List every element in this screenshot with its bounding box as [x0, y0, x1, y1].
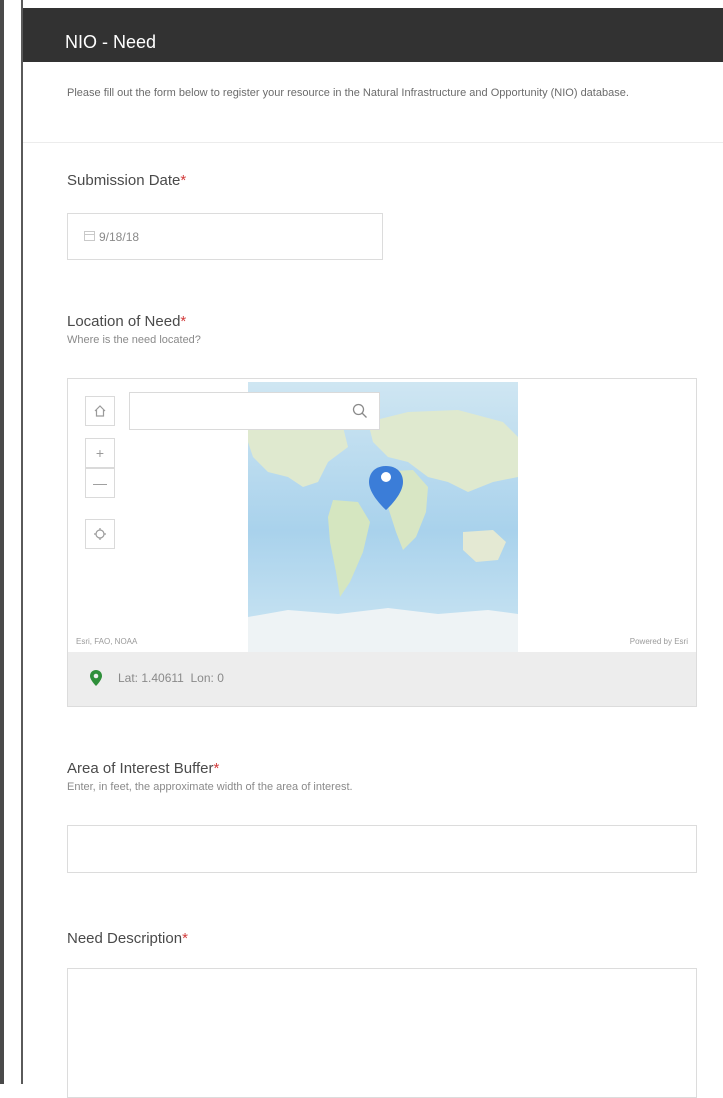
locate-button[interactable] — [85, 519, 115, 549]
zoom-in-button[interactable]: + — [85, 438, 115, 468]
submission-date-field[interactable]: 9/18/18 — [67, 213, 383, 260]
submission-date-value: 9/18/18 — [99, 230, 140, 244]
coordinates-text: Lat: 1.40611 Lon: 0 — [118, 671, 224, 685]
zoom-out-button[interactable]: — — [85, 468, 115, 498]
locate-icon — [94, 528, 106, 540]
required-marker: * — [182, 930, 188, 947]
location-pin-icon — [90, 670, 102, 686]
section-divider — [23, 142, 723, 143]
submission-date-label: Submission Date* — [67, 172, 187, 189]
required-marker: * — [213, 760, 220, 777]
buffer-input[interactable] — [67, 825, 697, 873]
form-description: Please fill out the form below to regist… — [67, 87, 629, 99]
required-marker: * — [180, 172, 187, 189]
location-label: Location of Need* — [67, 313, 187, 330]
minus-icon: — — [93, 475, 107, 491]
description-label: Need Description* — [67, 930, 188, 947]
buffer-label: Area of Interest Buffer* — [67, 760, 220, 777]
search-icon[interactable] — [351, 402, 369, 420]
plus-icon: + — [95, 445, 105, 461]
window-gap — [4, 0, 21, 1084]
buffer-hint: Enter, in feet, the approximate width of… — [67, 781, 353, 793]
location-hint: Where is the need located? — [67, 334, 201, 346]
calendar-icon — [84, 231, 95, 241]
home-button[interactable] — [85, 396, 115, 426]
form-title: NIO - Need — [65, 32, 157, 52]
powered-by-esri[interactable]: Powered by Esri — [630, 637, 688, 646]
coordinates-bar: Lat: 1.40611 Lon: 0 — [67, 652, 697, 707]
location-map[interactable]: + — Esri, FAO, NOAA Powered by Esri — [67, 378, 697, 653]
form-header: NIO - Need — [23, 8, 723, 62]
map-attribution: Esri, FAO, NOAA — [76, 637, 138, 646]
description-textarea[interactable] — [67, 968, 697, 1098]
required-marker: * — [180, 313, 187, 330]
map-search-input[interactable] — [129, 392, 380, 430]
home-icon — [94, 405, 106, 417]
